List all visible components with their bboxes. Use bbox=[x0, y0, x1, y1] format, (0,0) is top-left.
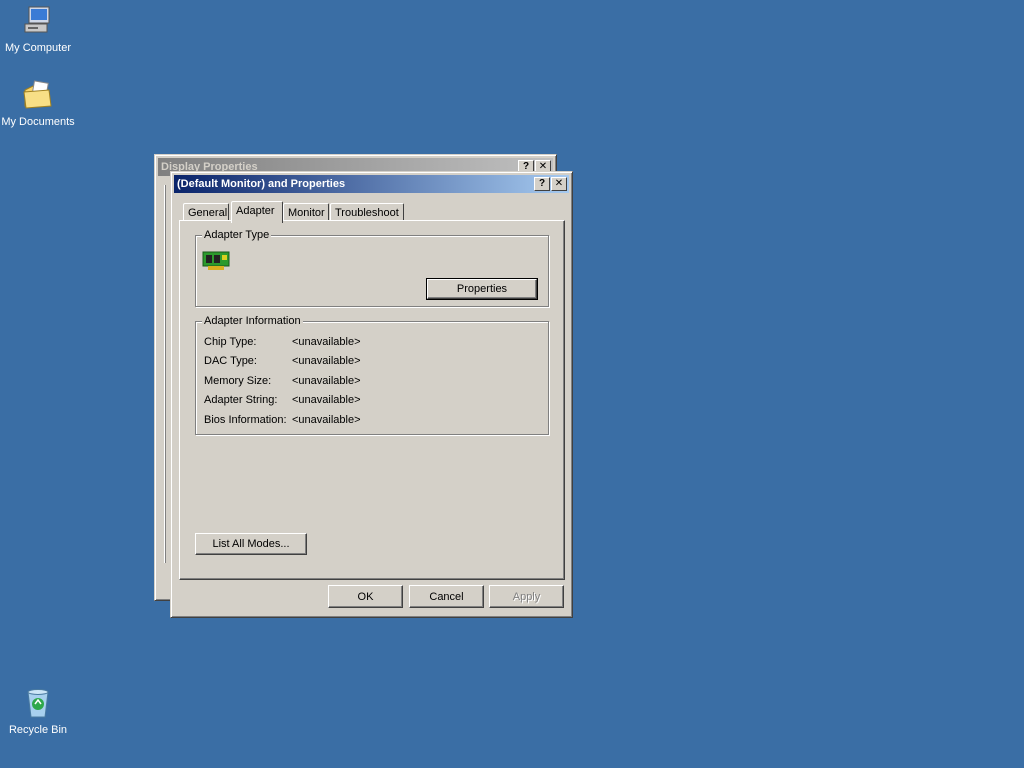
tab-adapter[interactable]: Adapter bbox=[231, 201, 283, 223]
monitor-properties-dialog[interactable]: (Default Monitor) and Properties ? ✕ Gen… bbox=[170, 171, 573, 618]
info-key: Chip Type: bbox=[204, 336, 257, 348]
adapter-information-legend: Adapter Information bbox=[202, 315, 303, 327]
info-row-adapter-string: Adapter String: <unavailable> bbox=[204, 394, 361, 406]
adapter-properties-button[interactable]: Properties bbox=[426, 278, 538, 300]
info-row-bios-information: Bios Information: <unavailable> bbox=[204, 414, 361, 426]
list-all-modes-button[interactable]: List All Modes... bbox=[195, 533, 307, 555]
info-row-dac-type: DAC Type: <unavailable> bbox=[204, 355, 361, 367]
display-adapter-icon bbox=[202, 250, 232, 275]
adapter-tab-panel: Adapter Type Properties Adapter Informat… bbox=[179, 220, 565, 580]
info-key: Memory Size: bbox=[204, 375, 272, 387]
close-icon[interactable]: ✕ bbox=[551, 177, 567, 191]
info-value: <unavailable> bbox=[292, 355, 361, 367]
tab-troubleshoot[interactable]: Troubleshoot bbox=[330, 203, 404, 221]
info-key: Bios Information: bbox=[204, 414, 287, 426]
back-window-panel-edge bbox=[164, 185, 165, 563]
computer-icon bbox=[21, 4, 55, 38]
tab-strip: General Adapter Monitor Troubleshoot bbox=[181, 201, 561, 223]
adapter-type-legend: Adapter Type bbox=[202, 229, 272, 241]
desktop-icon-recycle-bin[interactable]: Recycle Bin bbox=[0, 686, 76, 737]
info-value: <unavailable> bbox=[292, 414, 361, 426]
tab-general[interactable]: General bbox=[183, 203, 229, 221]
cancel-button[interactable]: Cancel bbox=[409, 585, 484, 608]
ok-button[interactable]: OK bbox=[328, 585, 403, 608]
desktop-icon-label: My Documents bbox=[1, 116, 75, 128]
recycle-bin-icon bbox=[21, 686, 55, 720]
desktop-icon-label: Recycle Bin bbox=[8, 724, 68, 736]
info-value: <unavailable> bbox=[292, 394, 361, 406]
folder-documents-icon bbox=[21, 78, 55, 112]
desktop-icon-label: My Computer bbox=[4, 42, 72, 54]
tab-monitor[interactable]: Monitor bbox=[283, 203, 329, 221]
help-icon[interactable]: ? bbox=[534, 177, 550, 191]
adapter-type-group: Adapter Type Properties bbox=[195, 229, 549, 307]
desktop-icon-my-computer[interactable]: My Computer bbox=[0, 4, 76, 55]
dialog-title: (Default Monitor) and Properties bbox=[177, 178, 346, 190]
info-row-memory-size: Memory Size: <unavailable> bbox=[204, 375, 361, 387]
info-key: Adapter String: bbox=[204, 394, 278, 406]
info-key: DAC Type: bbox=[204, 355, 257, 367]
info-value: <unavailable> bbox=[292, 375, 361, 387]
desktop-icon-my-documents[interactable]: My Documents bbox=[0, 78, 76, 129]
apply-button[interactable]: Apply bbox=[489, 585, 564, 608]
adapter-information-group: Adapter Information Chip Type: <unavailab… bbox=[195, 315, 549, 435]
dialog-titlebar[interactable]: (Default Monitor) and Properties ? ✕ bbox=[174, 175, 569, 193]
info-value: <unavailable> bbox=[292, 336, 361, 348]
info-row-chip-type: Chip Type: <unavailable> bbox=[204, 336, 361, 348]
